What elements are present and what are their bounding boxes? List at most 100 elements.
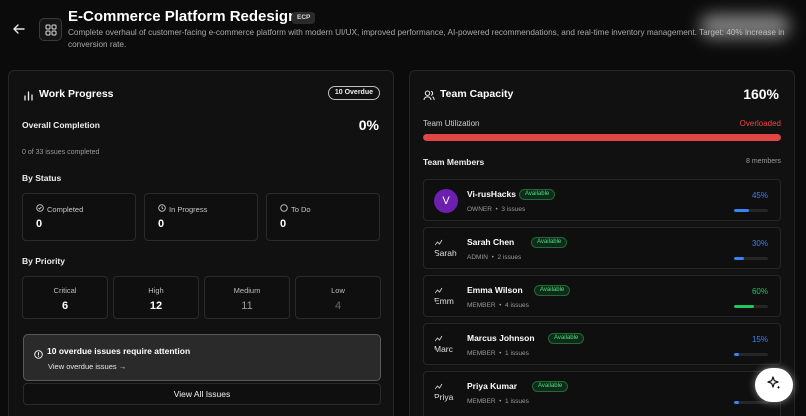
back-arrow-icon[interactable] bbox=[12, 22, 26, 36]
ai-assistant-button[interactable] bbox=[755, 368, 793, 402]
broken-image-icon bbox=[434, 333, 443, 344]
team-members-count: 8 members bbox=[745, 158, 781, 165]
priority-value: 11 bbox=[241, 300, 253, 312]
member-meta: MEMBER • 1 issues bbox=[467, 398, 529, 405]
status-badge: Available bbox=[531, 237, 568, 248]
by-priority-label: By Priority bbox=[22, 256, 65, 266]
member-load-bar bbox=[734, 305, 768, 308]
member-role: MEMBER bbox=[467, 302, 496, 309]
member-card[interactable]: V Vi-rusHacks Available OWNER • 3 issues… bbox=[423, 179, 781, 221]
member-name: Emma Wilson bbox=[467, 285, 523, 295]
utilization-bar bbox=[423, 134, 781, 141]
member-issues: 1 issues bbox=[505, 350, 529, 357]
avatar-alt-text: Marc bbox=[434, 344, 453, 354]
team-utilization-label: Team Utilization bbox=[423, 119, 480, 128]
member-issues: 3 issues bbox=[501, 206, 526, 213]
status-value: 0 bbox=[280, 218, 287, 230]
member-load-bar bbox=[734, 257, 768, 260]
member-name: Sarah Chen bbox=[467, 237, 515, 247]
blurred-overlay bbox=[700, 14, 790, 38]
status-badge: Available bbox=[548, 333, 585, 344]
view-all-issues-button[interactable]: View All Issues bbox=[23, 383, 381, 405]
status-label: Completed bbox=[47, 204, 84, 214]
member-card[interactable]: Emm Emma Wilson Available MEMBER • 4 iss… bbox=[423, 275, 781, 317]
member-card[interactable]: Sarah Sarah Chen Available ADMIN • 2 iss… bbox=[423, 227, 781, 269]
avatar: Emm bbox=[434, 285, 458, 309]
priority-critical-card: Critical 6 bbox=[22, 276, 108, 319]
view-overdue-link[interactable]: View overdue issues → bbox=[48, 362, 126, 371]
overdue-badge: 10 Overdue bbox=[327, 86, 380, 100]
team-capacity-title: Team Capacity bbox=[440, 88, 514, 100]
member-role: ADMIN bbox=[467, 254, 488, 261]
status-label: To Do bbox=[291, 204, 311, 214]
utilization-bar-fill bbox=[423, 134, 781, 141]
status-todo-card: To Do 0 bbox=[266, 193, 380, 241]
project-header: E-Commerce Platform Redesign ECP Complet… bbox=[0, 0, 806, 62]
status-label: In Progress bbox=[169, 204, 208, 214]
avatar-alt-text: Emm bbox=[434, 296, 454, 306]
check-circle-icon bbox=[36, 204, 44, 214]
member-percent: 30% bbox=[751, 239, 768, 248]
member-load-bar bbox=[734, 401, 768, 404]
member-percent: 15% bbox=[751, 335, 768, 344]
project-grid-icon bbox=[39, 18, 62, 41]
project-title: E-Commerce Platform Redesign bbox=[68, 8, 298, 25]
member-load-fill bbox=[734, 353, 740, 356]
info-circle-icon bbox=[34, 346, 43, 364]
member-meta: ADMIN • 2 issues bbox=[467, 254, 522, 261]
work-progress-title: Work Progress bbox=[39, 88, 114, 100]
overdue-alert: 10 overdue issues require attention View… bbox=[23, 334, 381, 381]
priority-value: 6 bbox=[61, 300, 69, 312]
status-value: 0 bbox=[36, 218, 43, 230]
member-card[interactable]: Marc Marcus Johnson Available MEMBER • 1… bbox=[423, 323, 781, 365]
member-issues: 1 issues bbox=[505, 398, 529, 405]
sparkles-icon bbox=[766, 375, 782, 396]
utilization-status: Overloaded bbox=[739, 119, 781, 128]
member-load-bar bbox=[734, 353, 768, 356]
status-value: 0 bbox=[158, 218, 165, 230]
priority-value: 4 bbox=[334, 300, 342, 312]
avatar: V bbox=[434, 189, 458, 213]
circle-icon bbox=[280, 204, 288, 214]
team-members-label: Team Members bbox=[423, 157, 485, 167]
member-load-fill bbox=[734, 305, 755, 308]
avatar: Priya bbox=[434, 381, 458, 405]
member-meta: MEMBER • 1 issues bbox=[467, 350, 529, 357]
member-name: Marcus Johnson bbox=[467, 333, 535, 343]
priority-label: High bbox=[148, 286, 164, 295]
priority-low-card: Low 4 bbox=[295, 276, 381, 319]
status-badge: Available bbox=[532, 381, 569, 392]
work-progress-panel: Work Progress 10 Overdue Overall Complet… bbox=[8, 70, 394, 416]
member-name: Vi-rusHacks bbox=[467, 189, 516, 199]
member-load-fill bbox=[734, 401, 740, 404]
broken-image-icon bbox=[434, 237, 443, 248]
member-role: OWNER bbox=[467, 206, 492, 213]
alert-title: 10 overdue issues require attention bbox=[47, 346, 191, 356]
avatar: Sarah bbox=[434, 237, 458, 261]
member-name: Priya Kumar bbox=[467, 381, 518, 391]
status-badge: Available bbox=[534, 285, 571, 296]
avatar-alt-text: Sarah bbox=[434, 248, 457, 258]
member-percent: 45% bbox=[751, 191, 768, 200]
member-role: MEMBER bbox=[467, 350, 496, 357]
member-issues: 4 issues bbox=[505, 302, 529, 309]
member-load-fill bbox=[734, 257, 745, 260]
member-meta: OWNER • 3 issues bbox=[467, 206, 526, 213]
users-icon bbox=[423, 88, 435, 106]
clock-icon bbox=[158, 204, 166, 214]
bar-chart-icon bbox=[23, 88, 34, 106]
member-card[interactable]: Priya Priya Kumar Available MEMBER • 1 i… bbox=[423, 371, 781, 416]
priority-label: Critical bbox=[53, 286, 77, 295]
priority-value: 12 bbox=[149, 300, 163, 312]
issues-completed-text: 0 of 33 issues completed bbox=[22, 149, 100, 156]
project-description: Complete overhaul of customer-facing e-c… bbox=[68, 28, 785, 49]
member-role: MEMBER bbox=[467, 398, 496, 405]
project-key-badge: ECP bbox=[292, 12, 316, 24]
member-meta: MEMBER • 4 issues bbox=[467, 302, 529, 309]
overall-completion-label: Overall Completion bbox=[22, 120, 100, 130]
avatar: Marc bbox=[434, 333, 458, 357]
member-issues: 2 issues bbox=[497, 254, 522, 261]
team-capacity-percent: 160% bbox=[743, 86, 779, 102]
member-load-bar bbox=[734, 209, 768, 212]
member-load-fill bbox=[734, 209, 750, 212]
